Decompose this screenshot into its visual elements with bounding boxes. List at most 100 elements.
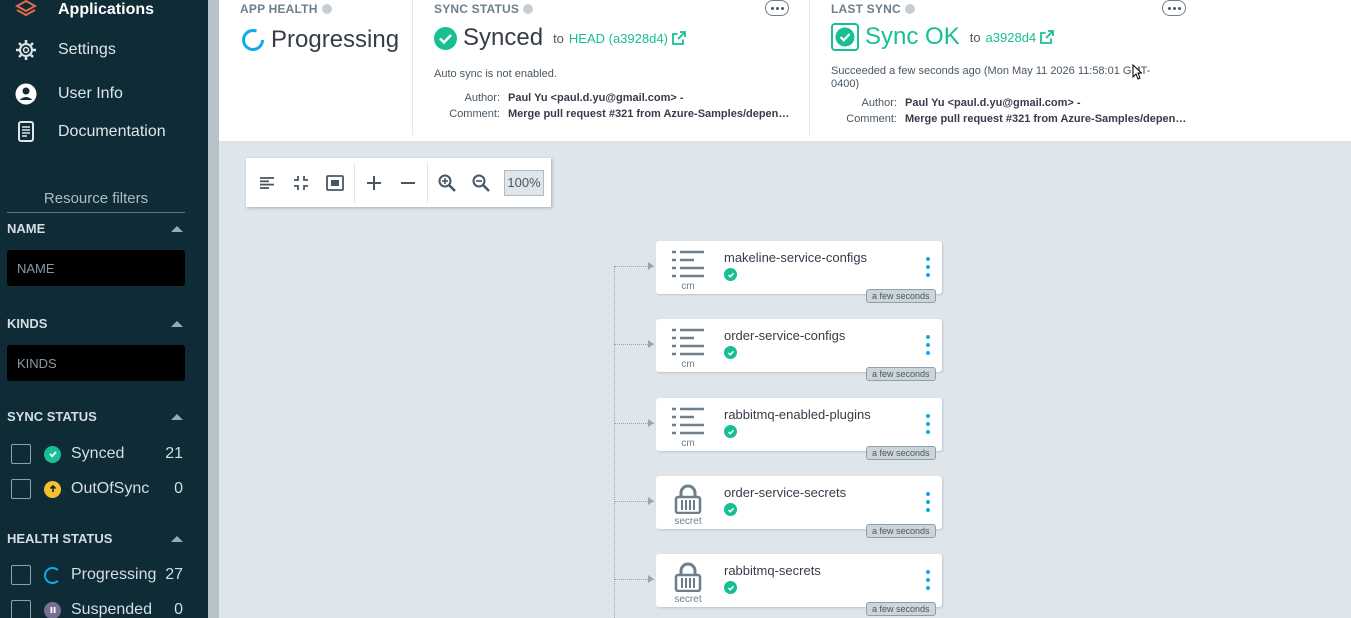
kinds-filter-input[interactable] [7, 345, 185, 381]
plus-icon[interactable] [357, 166, 391, 200]
fit-screen-icon[interactable] [318, 166, 352, 200]
sidebar-scroll-divider[interactable] [205, 0, 219, 618]
resource-node[interactable]: cm order-service-configs a few seconds [656, 319, 942, 381]
check-square-icon [831, 23, 859, 51]
help-icon[interactable] [523, 4, 534, 14]
age-badge: a few seconds [866, 289, 936, 303]
help-icon[interactable] [904, 4, 915, 14]
checkbox[interactable] [11, 565, 31, 585]
app-health-title: APP HEALTH [240, 2, 332, 16]
checkbox[interactable] [11, 600, 31, 618]
zoom-level[interactable]: 100% [504, 169, 544, 196]
resource-node[interactable]: secret order-service-secrets a few secon… [656, 476, 942, 538]
external-link-icon[interactable] [1040, 30, 1055, 44]
kebab-menu-icon[interactable] [924, 414, 932, 434]
app-status-header: APP HEALTH Progressing SYNC STATUS Synce… [219, 0, 1351, 141]
collapse-caret-icon[interactable] [171, 225, 183, 232]
author-value: Paul Yu <paul.d.yu@gmail.com> - [905, 97, 1081, 109]
last-sync-panel: LAST SYNC Sync OK to a3928d4 Succeeded a… [810, 0, 1230, 135]
filter-label: Progressing [71, 566, 157, 583]
age-badge: a few seconds [866, 367, 936, 381]
kind-label: cm [681, 281, 695, 292]
last-sync-title: LAST SYNC [831, 2, 915, 16]
revision-text[interactable]: a3928d4 [986, 30, 1037, 45]
collapse-caret-icon[interactable] [171, 320, 183, 327]
comment-key: Comment: [449, 108, 500, 120]
filter-synced[interactable]: Synced 21 [11, 443, 183, 465]
app-health-title-text: APP HEALTH [240, 2, 318, 16]
kinds-filter-header[interactable]: KINDS [7, 316, 185, 331]
zoom-in-icon[interactable] [430, 166, 464, 200]
compress-icon[interactable] [284, 166, 318, 200]
resource-name: order-service-configs [724, 328, 846, 343]
help-icon[interactable] [321, 4, 332, 14]
kebab-menu-icon[interactable] [924, 335, 932, 355]
arrow-up-circle-icon [44, 480, 61, 498]
lock-icon [668, 484, 708, 514]
name-filter-header[interactable]: NAME [7, 221, 185, 236]
checkbox[interactable] [11, 479, 31, 499]
more-options-button[interactable] [765, 0, 789, 16]
filter-count: 0 [174, 480, 183, 497]
app-health-status: Progressing [241, 26, 399, 54]
filter-suspended[interactable]: Suspended 0 [11, 599, 183, 618]
last-sync-note-line: 0400) [831, 78, 860, 90]
align-left-icon[interactable] [250, 166, 284, 200]
collapse-caret-icon[interactable] [171, 413, 183, 420]
nav-user-info-label: User Info [58, 85, 123, 102]
name-filter-title: NAME [7, 221, 46, 236]
kinds-filter-title: KINDS [7, 316, 48, 331]
nav-applications-label: Applications [58, 1, 155, 18]
nav-documentation-label: Documentation [58, 123, 166, 140]
comment-value: Merge pull request #321 from Azure-Sampl… [905, 113, 1187, 125]
age-badge: a few seconds [866, 524, 936, 538]
resource-node[interactable]: secret rabbitmq-secrets a few seconds [656, 554, 942, 616]
kind-label: cm [681, 359, 695, 370]
name-filter-input[interactable] [7, 250, 185, 286]
sync-comment-row: Comment: Merge pull request #321 from Az… [434, 108, 789, 120]
to-label: to [553, 30, 564, 46]
author-value: Paul Yu <paul.d.yu@gmail.com> - [508, 92, 684, 104]
resource-name: rabbitmq-enabled-plugins [724, 407, 871, 422]
external-link-icon[interactable] [672, 31, 686, 45]
revision-link[interactable]: a3928d4 [986, 30, 1055, 45]
filter-outofsync[interactable]: OutOfSync 0 [11, 478, 183, 500]
checkbox[interactable] [11, 444, 31, 464]
collapse-caret-icon[interactable] [171, 535, 183, 542]
minus-icon[interactable] [391, 166, 425, 200]
kind-label: secret [674, 516, 702, 527]
last-sync-note-line: Succeeded a few seconds ago (Mon May 11 … [831, 65, 1151, 77]
arrow-icon [648, 340, 654, 348]
revision-text[interactable]: HEAD (a3928d4) [569, 31, 668, 46]
configmap-icon [668, 406, 708, 436]
nav-user-info[interactable]: User Info [14, 82, 123, 106]
revision-link[interactable]: HEAD (a3928d4) [569, 31, 686, 46]
auto-sync-note: Auto sync is not enabled. [434, 68, 557, 80]
filter-progressing[interactable]: Progressing 27 [11, 564, 183, 586]
resource-name: makeline-service-configs [724, 250, 868, 265]
nav-settings-label: Settings [58, 41, 116, 58]
kebab-menu-icon[interactable] [924, 257, 932, 277]
resource-node[interactable]: cm rabbitmq-enabled-plugins a few second… [656, 398, 942, 460]
sync-status-title-text: SYNC STATUS [434, 2, 520, 16]
zoom-out-icon[interactable] [464, 166, 498, 200]
nav-settings[interactable]: Settings [14, 38, 116, 62]
check-circle-icon [724, 346, 737, 359]
sync-author-row: Author: Paul Yu <paul.d.yu@gmail.com> - [434, 92, 684, 104]
sync-status-filter-header[interactable]: SYNC STATUS [7, 409, 185, 424]
configmap-icon [668, 327, 708, 357]
comment-value: Merge pull request #321 from Azure-Sampl… [508, 108, 790, 120]
progress-spinner-icon [242, 29, 264, 51]
kebab-menu-icon[interactable] [924, 570, 932, 590]
arrow-icon [648, 575, 654, 583]
kebab-menu-icon[interactable] [924, 492, 932, 512]
toolbar-divider [354, 162, 355, 203]
progress-spinner-icon [44, 566, 61, 584]
resource-name: rabbitmq-secrets [724, 563, 821, 578]
layers-icon [14, 0, 38, 22]
nav-documentation[interactable]: Documentation [14, 120, 166, 144]
nav-applications[interactable]: Applications [14, 0, 154, 22]
health-status-filter-header[interactable]: HEALTH STATUS [7, 531, 185, 546]
more-options-button[interactable] [1162, 0, 1186, 16]
resource-node[interactable]: cm makeline-service-configs a few second… [656, 241, 942, 303]
